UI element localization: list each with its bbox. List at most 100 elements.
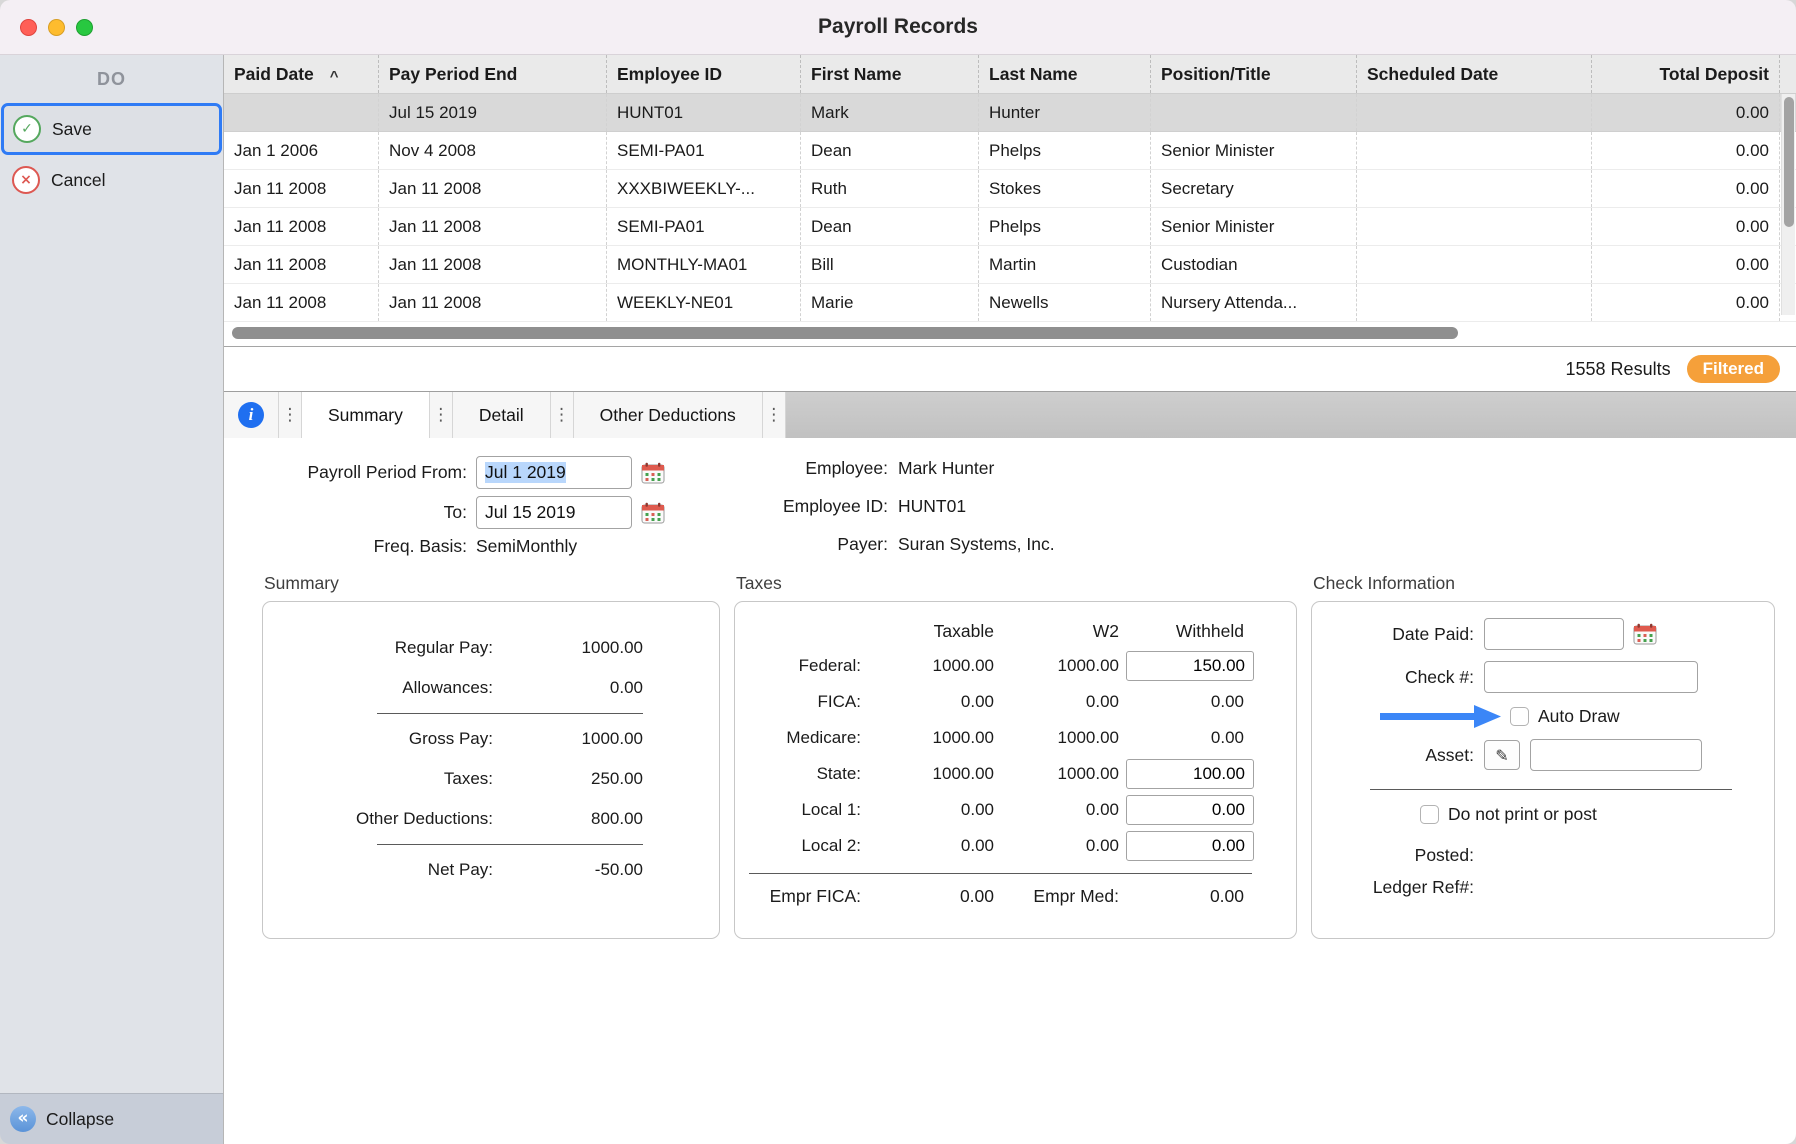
tab-options-icon[interactable]: ⋮ [279, 392, 302, 438]
collapse-sidebar-button[interactable]: « Collapse [0, 1093, 223, 1144]
calendar-icon [641, 502, 665, 524]
taxes-group: Taxes Taxable W2 Withheld Federal: 1000.… [734, 573, 1297, 939]
asset-input[interactable] [1530, 739, 1702, 771]
column-header-total-deposit[interactable]: Total Deposit [1592, 55, 1780, 93]
state-w2: 1000.00 [1001, 756, 1119, 792]
calendar-icon [641, 462, 665, 484]
table-row[interactable]: Jan 11 2008 Jan 11 2008 WEEKLY-NE01 Mari… [224, 284, 1796, 322]
calendar-icon [1633, 623, 1657, 645]
cell-employee-id: MONTHLY-MA01 [607, 246, 801, 283]
check-number-input[interactable] [1484, 661, 1698, 693]
column-header-employee-id[interactable]: Employee ID [607, 55, 801, 93]
asset-picker-button[interactable]: ✎ [1484, 740, 1520, 770]
column-header-first-name[interactable]: First Name [801, 55, 979, 93]
vertical-scrollbar [1781, 94, 1795, 315]
filtered-badge[interactable]: Filtered [1687, 355, 1780, 383]
tab-options-icon[interactable]: ⋮ [430, 392, 453, 438]
local1-label: Local 1: [747, 792, 861, 828]
do-not-print-label: Do not print or post [1448, 804, 1597, 825]
cell-pay-period-end: Jan 11 2008 [379, 208, 607, 245]
regular-pay-label: Regular Pay: [273, 638, 519, 658]
local2-label: Local 2: [747, 828, 861, 864]
fica-w2: 0.00 [1001, 684, 1119, 720]
cell-total-deposit: 0.00 [1592, 246, 1780, 283]
date-paid-input[interactable] [1484, 618, 1624, 650]
federal-label: Federal: [747, 648, 861, 684]
table-row[interactable]: Jan 11 2008 Jan 11 2008 MONTHLY-MA01 Bil… [224, 246, 1796, 284]
local2-withheld-input[interactable] [1126, 831, 1254, 861]
column-header-last-name[interactable]: Last Name [979, 55, 1151, 93]
summary-divider [377, 713, 643, 714]
gross-pay-value: 1000.00 [519, 729, 643, 749]
cell-total-deposit: 0.00 [1592, 170, 1780, 207]
period-from-value: Jul 1 2019 [485, 462, 566, 483]
column-header-scheduled-date[interactable]: Scheduled Date [1357, 55, 1592, 93]
cell-pay-period-end: Jan 11 2008 [379, 284, 607, 321]
cell-last-name: Phelps [979, 208, 1151, 245]
taxes-value: 250.00 [519, 769, 643, 789]
cell-pay-period-end: Jan 11 2008 [379, 170, 607, 207]
collapse-chevrons-icon: « [10, 1106, 36, 1132]
pencil-icon: ✎ [1495, 746, 1508, 765]
table-row[interactable]: Jul 15 2019 HUNT01 Mark Hunter 0.00 [224, 94, 1796, 132]
federal-withheld-input[interactable] [1126, 651, 1254, 681]
tab-options-icon[interactable]: ⋮ [551, 392, 574, 438]
date-paid-calendar-icon[interactable] [1631, 621, 1659, 647]
check-divider [1370, 789, 1732, 790]
cancel-button[interactable]: × Cancel [0, 155, 223, 205]
table-row[interactable]: Jan 1 2006 Nov 4 2008 SEMI-PA01 Dean Phe… [224, 132, 1796, 170]
fica-label: FICA: [747, 684, 861, 720]
tab-other-deductions[interactable]: Other Deductions [574, 392, 763, 438]
column-header-paid-date[interactable]: Paid Date ^ [224, 55, 379, 93]
results-bar: 1558 Results Filtered [224, 347, 1796, 391]
column-header-position-title[interactable]: Position/Title [1151, 55, 1357, 93]
employee-value: Mark Hunter [898, 458, 1055, 479]
cell-pay-period-end: Nov 4 2008 [379, 132, 607, 169]
cell-total-deposit: 0.00 [1592, 284, 1780, 321]
period-to-calendar-icon[interactable] [639, 500, 667, 526]
withheld-column-header: Withheld [1126, 614, 1254, 648]
medicare-w2: 1000.00 [1001, 720, 1119, 756]
freq-basis-value: SemiMonthly [476, 536, 676, 557]
net-pay-label: Net Pay: [273, 860, 519, 880]
cell-employee-id: SEMI-PA01 [607, 132, 801, 169]
ledger-ref-label: Ledger Ref#: [1324, 877, 1484, 898]
do-not-print-checkbox[interactable] [1420, 805, 1439, 824]
vertical-scrollbar-thumb[interactable] [1784, 97, 1794, 227]
medicare-taxable: 1000.00 [868, 720, 994, 756]
table-row[interactable]: Jan 11 2008 Jan 11 2008 XXXBIWEEKLY-... … [224, 170, 1796, 208]
sidebar-header: DO [0, 69, 223, 103]
empr-med-value: 0.00 [1126, 876, 1254, 916]
cell-total-deposit: 0.00 [1592, 208, 1780, 245]
allowances-value: 0.00 [519, 678, 643, 698]
summary-group-title: Summary [264, 573, 720, 594]
period-to-input[interactable] [476, 496, 632, 529]
auto-draw-checkbox[interactable] [1510, 707, 1529, 726]
save-button[interactable]: ✓ Save [1, 103, 222, 155]
cell-first-name: Ruth [801, 170, 979, 207]
column-header-pay-period-end[interactable]: Pay Period End [379, 55, 607, 93]
asset-label: Asset: [1324, 745, 1484, 766]
period-from-calendar-icon[interactable] [639, 460, 667, 486]
cell-last-name: Martin [979, 246, 1151, 283]
collapse-label: Collapse [46, 1109, 114, 1130]
period-to-label: To: [262, 502, 476, 523]
period-from-input[interactable]: Jul 1 2019 [476, 456, 632, 489]
tab-options-icon[interactable]: ⋮ [763, 392, 786, 438]
cell-position-title: Senior Minister [1151, 132, 1357, 169]
cell-last-name: Hunter [979, 94, 1151, 131]
taxes-label: Taxes: [273, 769, 519, 789]
period-from-label: Payroll Period From: [262, 462, 476, 483]
taxes-divider [749, 873, 1252, 874]
tab-detail[interactable]: Detail [453, 392, 551, 438]
table-row[interactable]: Jan 11 2008 Jan 11 2008 SEMI-PA01 Dean P… [224, 208, 1796, 246]
cell-paid-date: Jan 11 2008 [224, 246, 379, 283]
state-withheld-input[interactable] [1126, 759, 1254, 789]
cell-position-title [1151, 94, 1357, 131]
info-icon[interactable]: i [238, 402, 264, 428]
tab-summary[interactable]: Summary [302, 392, 430, 438]
local1-withheld-input[interactable] [1126, 795, 1254, 825]
horizontal-scrollbar-thumb[interactable] [232, 327, 1458, 339]
regular-pay-value: 1000.00 [519, 638, 643, 658]
employee-id-value: HUNT01 [898, 496, 1055, 517]
